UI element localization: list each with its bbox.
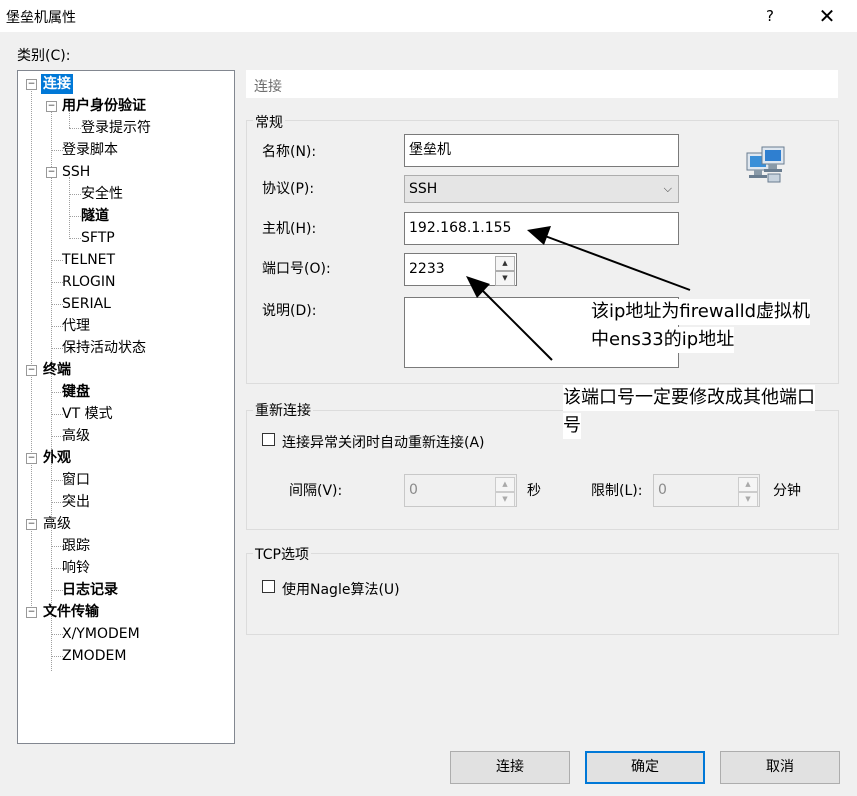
port-annotation-line1: 该端口号一定要修改成其他端口: [563, 385, 815, 411]
arrow-head-icon: [527, 226, 551, 245]
port-annotation-line2: 号: [563, 413, 581, 439]
ip-annotation-line2: 中ens33的ip地址: [591, 327, 735, 353]
ok-button[interactable]: 确定: [585, 751, 705, 784]
ip-annotation-line1: 该ip地址为firewalld虚拟机: [591, 299, 811, 325]
cancel-button[interactable]: 取消: [720, 751, 840, 784]
connect-button[interactable]: 连接: [450, 751, 570, 784]
